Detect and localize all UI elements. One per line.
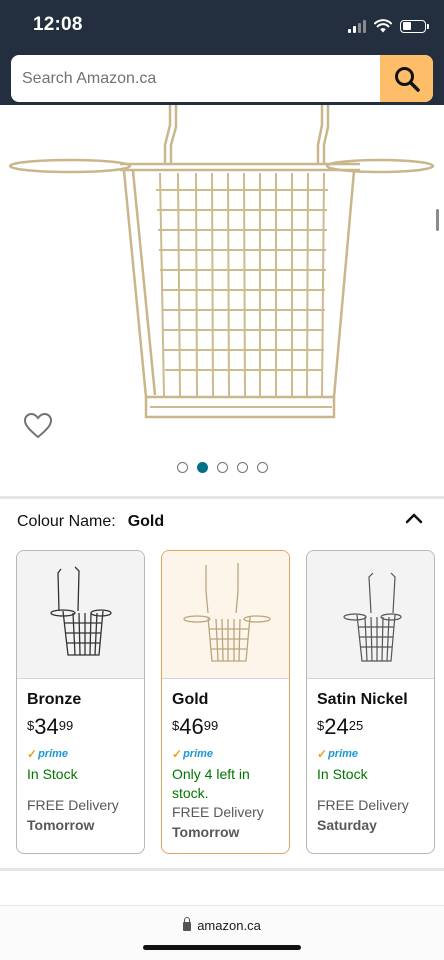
price-whole: 24 [324, 714, 349, 739]
price-fraction: 25 [348, 718, 364, 733]
search-icon [394, 66, 420, 92]
price-currency: $ [27, 718, 35, 733]
search-button[interactable] [380, 55, 433, 102]
prime-check-icon: ✓ [27, 747, 38, 761]
prime-label: prime [328, 748, 359, 760]
delivery-label: FREE Delivery [27, 797, 119, 813]
home-indicator[interactable] [143, 945, 301, 950]
header: 12:08 [0, 0, 444, 105]
basket-thumbnail [183, 563, 271, 662]
variant-name: Satin Nickel [317, 691, 408, 708]
prime-label: prime [38, 748, 69, 760]
price-currency: $ [317, 718, 325, 733]
stock-status: In Stock [27, 766, 78, 782]
delivery-label: FREE Delivery [317, 797, 409, 813]
carousel-dot[interactable] [196, 462, 208, 473]
carousel-dot[interactable] [176, 462, 188, 473]
colour-variant-list: Bronze $ 34 99 ✓ prime In Stock FREE Deli… [16, 550, 435, 854]
scrollbar[interactable] [436, 209, 439, 231]
variant-card-satin-nickel[interactable]: Satin Nickel $ 24 25 ✓ prime In Stock FRE… [306, 550, 435, 854]
browser-address-bar[interactable]: amazon.ca [0, 905, 444, 960]
prime-badge: ✓ prime [27, 747, 134, 761]
price-whole: 34 [34, 714, 59, 739]
variant-image [307, 551, 434, 679]
status-icons [348, 16, 429, 36]
variant-image [17, 551, 144, 679]
carousel-dots [0, 462, 444, 473]
lock-icon [183, 917, 192, 931]
product-image[interactable] [0, 105, 444, 490]
variant-card-bronze[interactable]: Bronze $ 34 99 ✓ prime In Stock FREE Deli… [16, 550, 145, 854]
price-currency: $ [172, 718, 180, 733]
chevron-up-icon[interactable] [404, 509, 424, 527]
delivery-label: FREE Delivery [172, 804, 264, 820]
divider [0, 868, 444, 871]
price-fraction: 99 [203, 718, 219, 733]
variant-card-gold[interactable]: Gold $ 46 99 ✓ prime Only 4 left in stock… [161, 550, 290, 854]
stock-status: Only 4 left in stock. [172, 766, 250, 801]
prime-badge: ✓ prime [172, 747, 279, 761]
variant-image [162, 551, 289, 679]
url-display: amazon.ca [0, 917, 444, 933]
carousel-dot[interactable] [236, 462, 248, 473]
prime-check-icon: ✓ [172, 747, 183, 761]
colour-name-value: Gold [127, 513, 165, 530]
wifi-icon [374, 19, 392, 33]
basket-thumbnail [50, 566, 112, 656]
colour-name-label: Colour Name: [17, 513, 116, 530]
colour-name-row: Colour Name: Gold [17, 513, 164, 531]
wire-basket-image [8, 105, 435, 419]
variant-price: $ 34 99 [27, 716, 134, 738]
search-bar [11, 55, 433, 102]
amazon-product-page: 12:08 Search Amazon.ca Colour Name: Gold… [0, 0, 444, 960]
carousel-dot[interactable] [256, 462, 268, 473]
variant-name: Gold [172, 691, 209, 708]
variant-price: $ 24 25 [317, 716, 424, 738]
heart-icon[interactable] [24, 413, 52, 439]
search-input[interactable] [11, 55, 380, 102]
cellular-signal-icon [348, 19, 366, 33]
prime-check-icon: ✓ [317, 747, 328, 761]
price-fraction: 99 [58, 718, 74, 733]
delivery-day: Tomorrow [27, 817, 95, 833]
delivery-day: Tomorrow [172, 824, 240, 840]
price-whole: 46 [179, 714, 204, 739]
stock-status: In Stock [317, 766, 368, 782]
variant-price: $ 46 99 [172, 716, 279, 738]
status-time: 12:08 [33, 14, 83, 35]
prime-badge: ✓ prime [317, 747, 424, 761]
url-text: amazon.ca [197, 918, 261, 933]
basket-thumbnail [343, 572, 402, 662]
carousel-dot[interactable] [216, 462, 228, 473]
delivery-day: Saturday [317, 817, 377, 833]
variant-name: Bronze [27, 691, 82, 708]
prime-label: prime [183, 748, 214, 760]
battery-icon [400, 19, 429, 33]
divider [0, 496, 444, 499]
